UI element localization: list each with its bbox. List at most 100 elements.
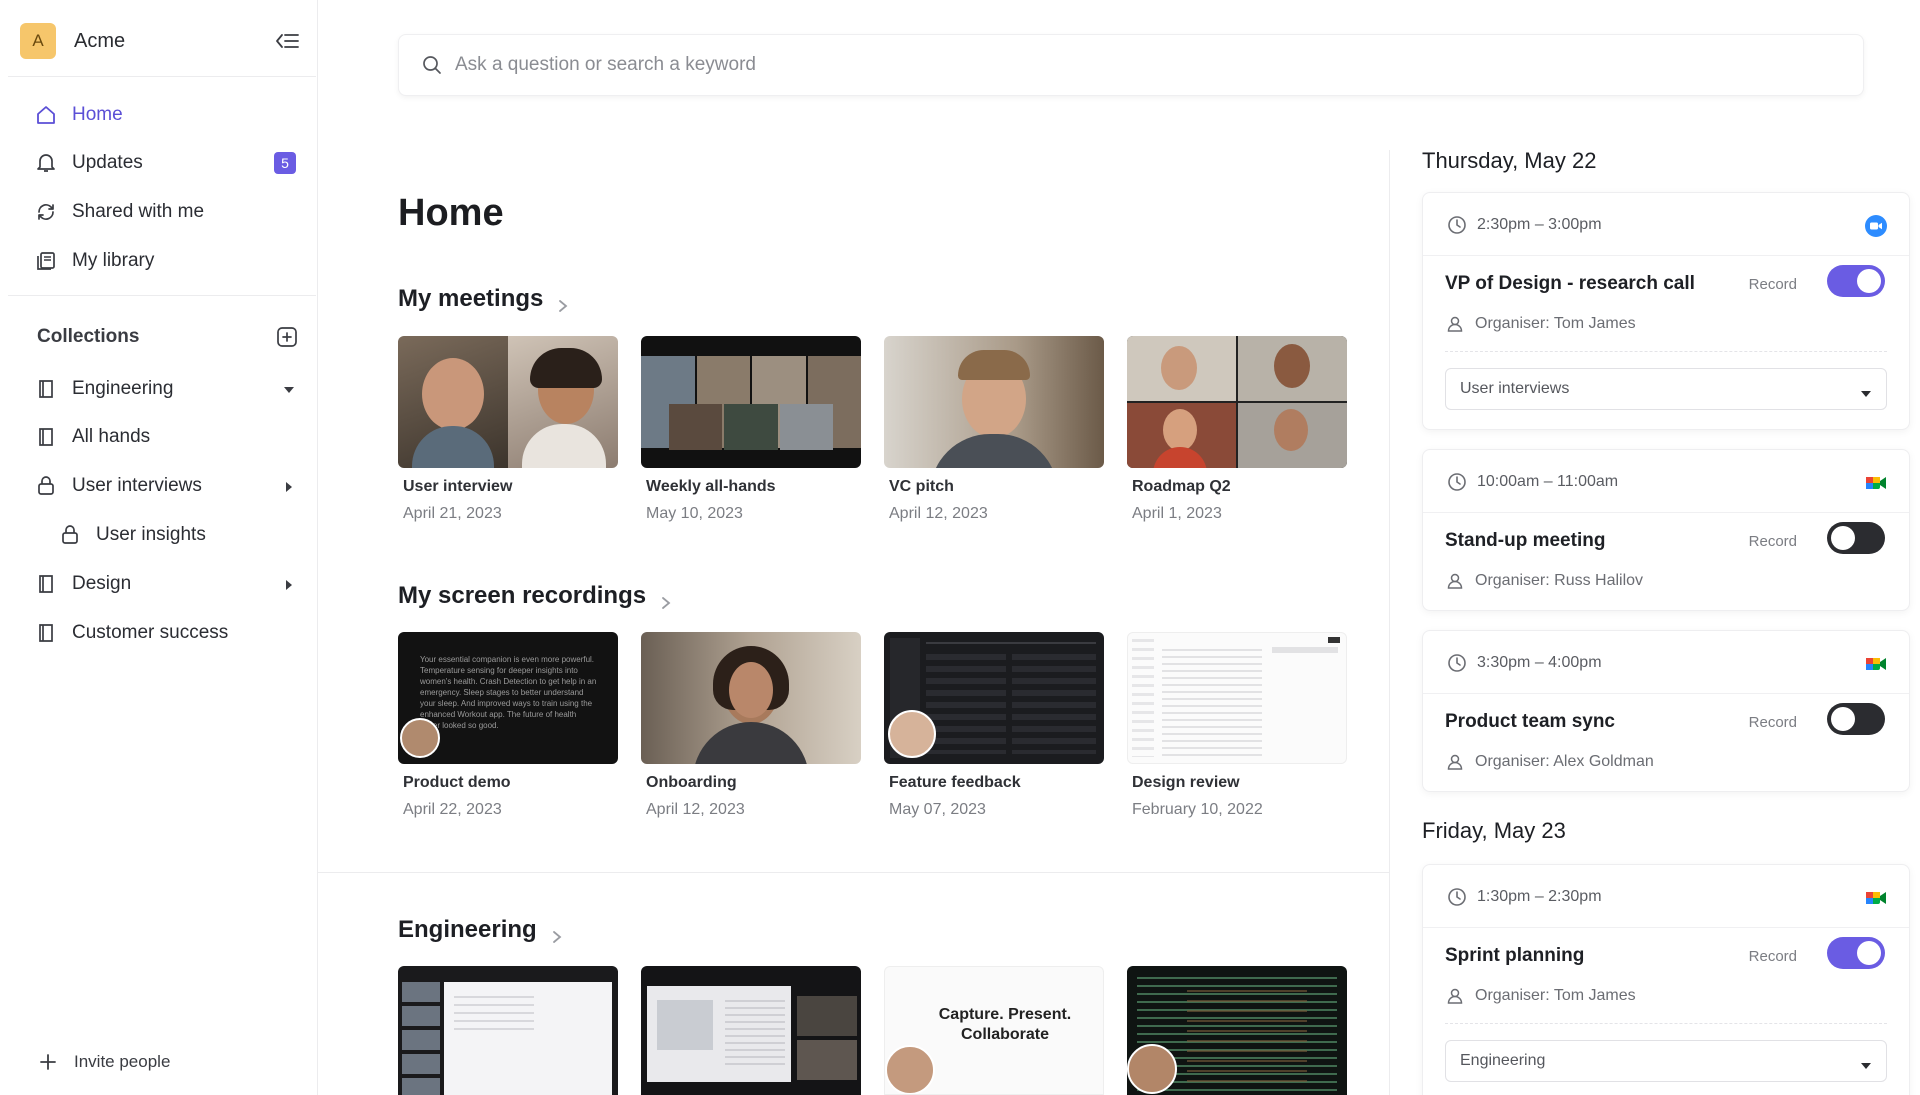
collection-item-user-interviews[interactable]: User interviews bbox=[34, 470, 296, 502]
event-card: 3:30pm – 4:00pm Product team sync Record… bbox=[1422, 630, 1910, 792]
event-title: Stand-up meeting bbox=[1445, 530, 1606, 551]
event-time-label: 2:30pm – 3:00pm bbox=[1477, 216, 1602, 233]
meeting-thumbnail bbox=[398, 336, 618, 468]
engineering-thumbnail: Capture. Present. Collaborate bbox=[884, 966, 1104, 1095]
search-icon bbox=[421, 54, 443, 76]
book-icon bbox=[34, 621, 58, 645]
record-toggle[interactable] bbox=[1827, 703, 1885, 735]
invite-people-button[interactable]: Invite people bbox=[38, 1048, 170, 1076]
meeting-card[interactable]: Weekly all-hands May 10, 2023 bbox=[641, 336, 861, 523]
search-bar[interactable] bbox=[398, 34, 1864, 96]
nav-item-updates[interactable]: Updates 5 bbox=[34, 147, 296, 179]
section-my-screen-recordings[interactable]: My screen recordings bbox=[398, 579, 672, 613]
nav-item-home[interactable]: Home bbox=[34, 99, 296, 131]
collection-label: User interviews bbox=[72, 475, 202, 496]
card-title: Roadmap Q2 bbox=[1132, 478, 1231, 495]
event-time-label: 1:30pm – 2:30pm bbox=[1477, 888, 1602, 905]
collection-select[interactable]: Engineering bbox=[1445, 1040, 1887, 1082]
collection-label: Customer success bbox=[72, 622, 229, 643]
event-separator bbox=[1423, 255, 1909, 256]
meeting-card[interactable]: User interview April 21, 2023 bbox=[398, 336, 618, 523]
nav-item-library[interactable]: My library bbox=[34, 245, 296, 277]
recording-card[interactable]: Feature feedback May 07, 2023 bbox=[884, 632, 1104, 819]
meeting-thumbnail bbox=[884, 336, 1104, 468]
meeting-card[interactable]: Roadmap Q2 April 1, 2023 bbox=[1127, 336, 1347, 523]
user-icon bbox=[1445, 571, 1465, 591]
chevron-right-icon[interactable] bbox=[282, 478, 296, 492]
event-title: Sprint planning bbox=[1445, 945, 1585, 966]
home-icon bbox=[34, 103, 58, 127]
record-toggle[interactable] bbox=[1827, 937, 1885, 969]
event-title: Product team sync bbox=[1445, 711, 1615, 732]
event-separator bbox=[1423, 512, 1909, 513]
recording-card[interactable]: Onboarding April 12, 2023 bbox=[641, 632, 861, 819]
event-dashed-divider bbox=[1445, 351, 1887, 352]
panel-divider bbox=[1389, 150, 1390, 1095]
collection-select-value: User interviews bbox=[1460, 380, 1570, 397]
chevron-right-icon bbox=[557, 292, 569, 312]
event-time: 1:30pm – 2:30pm bbox=[1447, 885, 1602, 909]
event-organiser: Organiser: Tom James bbox=[1445, 985, 1636, 1007]
section-divider bbox=[318, 872, 1390, 873]
collection-item-user-insights[interactable]: User insights bbox=[58, 519, 296, 551]
recording-thumbnail bbox=[641, 632, 861, 764]
toggle-knob bbox=[1831, 707, 1855, 731]
meeting-card[interactable]: VC pitch April 12, 2023 bbox=[884, 336, 1104, 523]
event-organiser: Organiser: Russ Halilov bbox=[1445, 570, 1643, 592]
refresh-icon bbox=[34, 200, 58, 224]
organiser-label: Organiser: Alex Goldman bbox=[1475, 753, 1654, 770]
record-label: Record bbox=[1748, 948, 1797, 965]
collections-title: Collections bbox=[37, 326, 140, 347]
card-title: User interview bbox=[403, 478, 513, 495]
section-engineering[interactable]: Engineering bbox=[398, 913, 563, 947]
dropdown-arrow-icon bbox=[1860, 1057, 1872, 1069]
collection-label: Design bbox=[72, 573, 132, 594]
collection-item-all-hands[interactable]: All hands bbox=[34, 421, 296, 453]
updates-count-badge: 5 bbox=[274, 152, 296, 174]
add-collection-icon[interactable] bbox=[275, 325, 299, 349]
search-input[interactable] bbox=[455, 54, 1755, 76]
collection-select[interactable]: User interviews bbox=[1445, 368, 1887, 410]
day-heading: Thursday, May 22 bbox=[1422, 148, 1597, 173]
chevron-right-icon bbox=[551, 923, 563, 943]
workspace-name: Acme bbox=[74, 29, 126, 52]
collection-item-engineering[interactable]: Engineering bbox=[34, 373, 296, 405]
capture-headline: Capture. Present. Collaborate bbox=[938, 1006, 1072, 1043]
bell-icon bbox=[34, 151, 58, 175]
engineering-card[interactable]: Capture. Present. Collaborate bbox=[884, 966, 1104, 1095]
engineering-card[interactable] bbox=[398, 966, 618, 1095]
engineering-thumbnail bbox=[398, 966, 618, 1095]
collection-item-customer-success[interactable]: Customer success bbox=[34, 617, 296, 649]
chevron-down-icon[interactable] bbox=[282, 381, 296, 395]
record-label: Record bbox=[1748, 533, 1797, 550]
event-card: 1:30pm – 2:30pm Sprint planning Record O… bbox=[1422, 864, 1910, 1095]
recording-thumbnail bbox=[884, 632, 1104, 764]
record-toggle[interactable] bbox=[1827, 522, 1885, 554]
collapse-sidebar-icon[interactable] bbox=[274, 29, 300, 53]
event-time-label: 3:30pm – 4:00pm bbox=[1477, 654, 1602, 671]
card-title: Feature feedback bbox=[889, 774, 1021, 791]
clock-icon bbox=[1447, 887, 1467, 907]
book-icon bbox=[34, 572, 58, 596]
workspace-switcher[interactable]: A Acme bbox=[20, 22, 300, 60]
chevron-right-icon[interactable] bbox=[282, 576, 296, 590]
record-toggle[interactable] bbox=[1827, 265, 1885, 297]
clock-icon bbox=[1447, 215, 1467, 235]
recording-card[interactable]: Your essential companion is even more po… bbox=[398, 632, 618, 819]
nav-item-shared[interactable]: Shared with me bbox=[34, 196, 296, 228]
engineering-thumbnail bbox=[641, 966, 861, 1095]
collection-item-design[interactable]: Design bbox=[34, 568, 296, 600]
sidebar-divider bbox=[8, 295, 316, 296]
nav-label: Shared with me bbox=[72, 201, 205, 222]
toggle-knob bbox=[1857, 941, 1881, 965]
product-demo-slide-text: Your essential companion is even more po… bbox=[420, 655, 597, 730]
organiser-label: Organiser: Tom James bbox=[1475, 315, 1636, 332]
card-title: Weekly all-hands bbox=[646, 478, 776, 495]
card-date: February 10, 2022 bbox=[1132, 801, 1263, 818]
engineering-card[interactable] bbox=[641, 966, 861, 1095]
recording-card[interactable]: Design review February 10, 2022 bbox=[1127, 632, 1347, 819]
event-card: 2:30pm – 3:00pm VP of Design - research … bbox=[1422, 192, 1910, 430]
section-my-meetings[interactable]: My meetings bbox=[398, 282, 569, 316]
engineering-card[interactable] bbox=[1127, 966, 1347, 1095]
google-meet-icon bbox=[1865, 472, 1887, 494]
